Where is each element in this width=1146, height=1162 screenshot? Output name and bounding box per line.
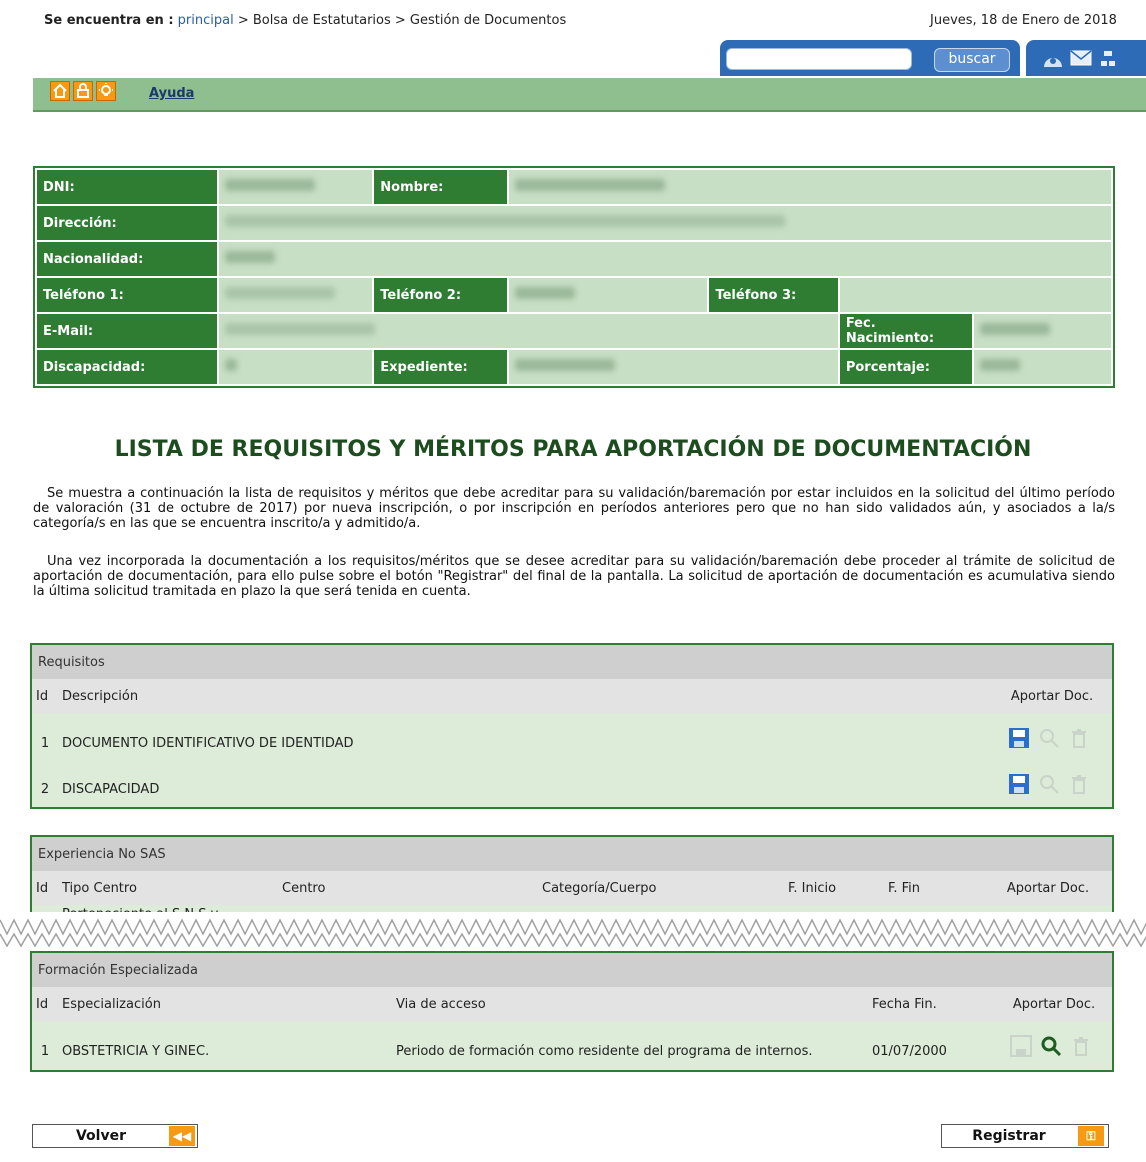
registrar-button[interactable]: Registrar ⚿ (941, 1124, 1109, 1148)
telefono2-value (506, 276, 710, 314)
row-descripcion: DISCAPACIDAD (58, 759, 992, 805)
telefono1-label: Teléfono 1: (34, 276, 220, 314)
porcentaje-value (972, 348, 1113, 386)
formacion-heading: Formación Especializada (32, 953, 1112, 987)
row-id: 2 (32, 759, 58, 805)
row-fecha-fin: 01/07/2000 (868, 1021, 996, 1067)
telefono1-value (217, 276, 375, 314)
sitemap-icon[interactable] (1100, 50, 1116, 72)
view-document-icon[interactable] (1040, 1035, 1062, 1061)
fec-nacimiento-label: Fec. Nacimiento: (837, 312, 975, 350)
search-doc-icon (1038, 773, 1060, 799)
row-actions (992, 713, 1112, 759)
rewind-icon: ◀◀ (169, 1126, 195, 1146)
nombre-label: Nombre: (372, 168, 509, 206)
row-actions (992, 759, 1112, 805)
expediente-label: Expediente: (372, 348, 509, 386)
row-id: 1 (32, 713, 58, 759)
mail-icon[interactable] (1070, 50, 1092, 70)
row-via-acceso: Periodo de formación como residente del … (392, 1021, 868, 1067)
nombre-value (506, 168, 1114, 206)
col-tipo-centro: Tipo Centro (58, 871, 278, 905)
col-via-acceso: Via de acceso (392, 987, 868, 1021)
help-link[interactable]: Ayuda (149, 86, 194, 101)
volver-button[interactable]: Volver ◀◀ (32, 1124, 198, 1148)
experiencia-heading: Experiencia No SAS (32, 837, 1112, 871)
save-icon (1010, 1035, 1032, 1061)
volver-label: Volver (75, 1128, 126, 1144)
table-row: 2 DISCAPACIDAD (32, 759, 1112, 805)
col-f-fin: F. Fin (884, 871, 984, 905)
search-doc-icon (1038, 727, 1060, 753)
direccion-label: Dirección: (34, 204, 220, 242)
breadcrumb: Se encuentra en : principal > Bolsa de E… (44, 13, 566, 28)
requisitos-heading: Requisitos (32, 645, 1112, 679)
discapacidad-label: Discapacidad: (34, 348, 220, 386)
discapacidad-value (217, 348, 375, 386)
header-icons (1026, 40, 1146, 76)
email-value (217, 312, 840, 350)
toolbar: Ayuda (33, 78, 1146, 112)
row-id: 1 (32, 1021, 58, 1067)
porcentaje-label: Porcentaje: (837, 348, 975, 386)
table-row: 1 DOCUMENTO IDENTIFICATIVO DE IDENTIDAD (32, 713, 1112, 759)
save-icon[interactable] (1008, 773, 1030, 799)
search-button[interactable]: buscar (934, 48, 1010, 72)
telefono3-label: Teléfono 3: (707, 276, 840, 314)
registrar-label: Registrar (972, 1128, 1046, 1144)
search-panel: buscar (720, 40, 1020, 76)
personal-data-panel: DNI: Nombre: Dirección: Nacionalidad: Te… (33, 166, 1115, 388)
nacionalidad-label: Nacionalidad: (34, 240, 220, 278)
formacion-section: Formación Especializada Id Especializaci… (30, 951, 1114, 1072)
telefono3-value (837, 276, 1114, 314)
save-icon[interactable] (1008, 727, 1030, 753)
accessibility-icon[interactable] (1042, 50, 1064, 72)
col-id: Id (32, 679, 58, 713)
lock-icon[interactable] (73, 81, 93, 101)
col-f-inicio: F. Inicio (784, 871, 884, 905)
col-categoria: Categoría/Cuerpo (538, 871, 784, 905)
instructions-paragraph: Una vez incorporada la documentación a l… (33, 554, 1115, 599)
row-descripcion: DOCUMENTO IDENTIFICATIVO DE IDENTIDAD (58, 713, 992, 759)
breadcrumb-label: Se encuentra en : (44, 13, 174, 28)
row-actions (996, 1021, 1112, 1067)
col-aportar: Aportar Doc. (992, 679, 1112, 713)
col-descripcion: Descripción (58, 679, 992, 713)
table-row: 1 OBSTETRICIA Y GINEC. Periodo de formac… (32, 1021, 1112, 1067)
dni-label: DNI: (34, 168, 220, 206)
col-id: Id (32, 871, 58, 905)
current-date: Jueves, 18 de Enero de 2018 (930, 13, 1117, 28)
trash-icon (1068, 727, 1090, 753)
lightbulb-icon[interactable] (96, 81, 116, 101)
col-id: Id (32, 987, 58, 1021)
row-especializacion: OBSTETRICIA Y GINEC. (58, 1021, 392, 1067)
fec-nacimiento-value (972, 312, 1113, 350)
trash-icon (1070, 1035, 1092, 1061)
nacionalidad-value (217, 240, 1113, 278)
breadcrumb-home-link[interactable]: principal (178, 13, 234, 28)
breadcrumb-path: > Bolsa de Estatutarios > Gestión de Doc… (237, 13, 567, 28)
email-label: E-Mail: (34, 312, 220, 350)
trash-icon (1068, 773, 1090, 799)
col-especializacion: Especialización (58, 987, 392, 1021)
col-aportar: Aportar Doc. (996, 987, 1112, 1021)
direccion-value (217, 204, 1113, 242)
page-title: LISTA DE REQUISITOS Y MÉRITOS PARA APORT… (114, 437, 1032, 462)
dni-value (217, 168, 375, 206)
key-icon: ⚿ (1078, 1126, 1104, 1146)
expediente-value (506, 348, 840, 386)
home-icon[interactable] (50, 81, 70, 101)
search-input[interactable] (726, 48, 912, 70)
torn-edge (0, 912, 1146, 948)
col-fecha-fin: Fecha Fin. (868, 987, 996, 1021)
telefono2-label: Teléfono 2: (372, 276, 509, 314)
col-centro: Centro (278, 871, 538, 905)
requisitos-section: Requisitos Id Descripción Aportar Doc. 1… (30, 643, 1114, 809)
col-aportar: Aportar Doc. (984, 871, 1112, 905)
intro-paragraph: Se muestra a continuación la lista de re… (33, 486, 1115, 531)
